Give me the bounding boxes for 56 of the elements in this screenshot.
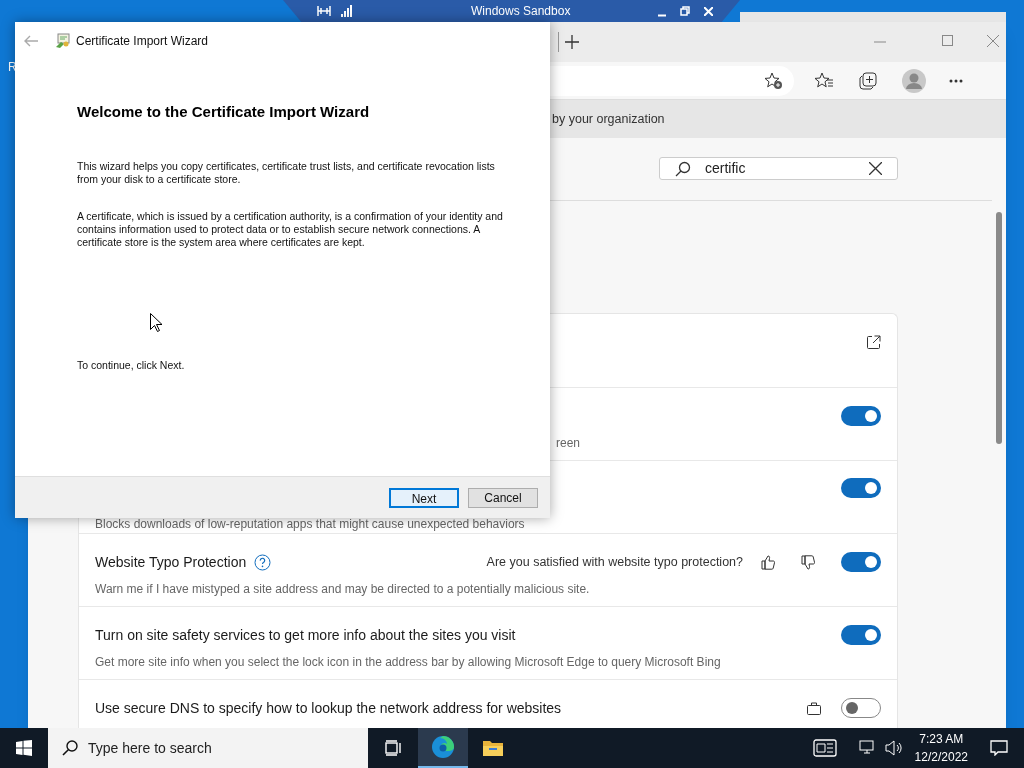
new-tab-icon[interactable] (565, 35, 579, 49)
taskbar-search-field[interactable]: Type here to search (48, 728, 368, 768)
browser-swirl-icon (431, 735, 455, 759)
search-icon (675, 160, 691, 177)
folder-icon (482, 739, 504, 757)
toggle-switch[interactable] (841, 698, 881, 718)
wizard-paragraph: To continue, click Next. (77, 358, 186, 372)
mouse-cursor-icon (150, 313, 162, 332)
news-icon[interactable] (812, 739, 837, 757)
wizard-paragraph: A certificate, which is issued by a certification authority, is a confirmation of your identity and contains information used to protect data or to establish secure network connections. A certificate store is the system area where certificates are kept. (77, 209, 504, 249)
help-icon[interactable] (254, 553, 272, 571)
thumbs-up-icon[interactable] (761, 554, 775, 570)
search-icon (62, 740, 78, 756)
favorites-icon[interactable] (814, 71, 834, 90)
clear-search-icon[interactable] (869, 162, 882, 175)
clock-date[interactable]: 12/2/2022 (914, 748, 968, 766)
close-icon[interactable] (987, 35, 999, 47)
network-icon[interactable] (858, 740, 877, 756)
certificate-icon (55, 33, 71, 49)
wizard-paragraph: This wizard helps you copy certificates, certificate trust lists, and certificate revocation lists from your disk to a certificate store. (77, 159, 496, 186)
setting-description: Get more site info when you select the lock icon in the address bar by allowing Microsoft Edge to query Microsoft Bing (95, 654, 722, 671)
wizard-heading: Welcome to the Certificate Import Wizard (77, 102, 371, 122)
signal-bars-icon (341, 5, 353, 17)
toggle-switch[interactable] (841, 552, 881, 572)
dialog-title: Certificate Import Wizard (76, 33, 209, 50)
collections-icon[interactable] (859, 71, 877, 90)
window-title: Windows Sandbox (471, 3, 571, 20)
setting-description: Blocks downloads of low-reputation apps that might cause unexpected behaviors (95, 516, 526, 533)
task-view-icon (384, 740, 402, 756)
setting-description: Warn me if I have mistyped a site address and may be directed to a potentially malicious site. (95, 581, 591, 598)
profile-avatar-icon[interactable] (902, 68, 926, 93)
add-favorite-icon[interactable] (764, 71, 784, 90)
clock-time[interactable]: 7:23 AM (919, 730, 964, 748)
toggle-switch[interactable] (841, 477, 881, 498)
maximize-icon[interactable] (942, 35, 953, 46)
setting-title: Turn on site safety services to get more info about the sites you visit (95, 625, 516, 645)
managed-by-organization-notice: by your organization (552, 110, 665, 128)
volume-icon[interactable] (884, 740, 903, 756)
pin-icon[interactable] (317, 6, 331, 16)
setting-description: reen (555, 435, 582, 452)
setting-title: Use secure DNS to specify how to lookup the network address for websites (95, 698, 562, 718)
taskbar-app-button[interactable] (418, 728, 468, 768)
notification-icon[interactable] (990, 740, 1008, 756)
scrollbar-thumb[interactable] (996, 212, 1002, 444)
thumbs-down-icon[interactable] (801, 554, 815, 570)
more-options-icon[interactable] (949, 78, 963, 83)
feedback-question: Are you satisfied with website typo protection? (486, 553, 743, 571)
restore-icon[interactable] (680, 6, 691, 16)
windows-start-icon[interactable] (16, 740, 32, 756)
settings-search-field[interactable]: certific (659, 157, 898, 180)
external-link-icon[interactable] (866, 334, 881, 350)
toggle-switch[interactable] (841, 625, 881, 645)
dialog-button[interactable]: Cancel (468, 487, 538, 508)
setting-title: Website Typo Protection (95, 552, 247, 572)
toggle-switch[interactable] (841, 406, 881, 426)
dialog-button[interactable]: Next (389, 487, 459, 508)
